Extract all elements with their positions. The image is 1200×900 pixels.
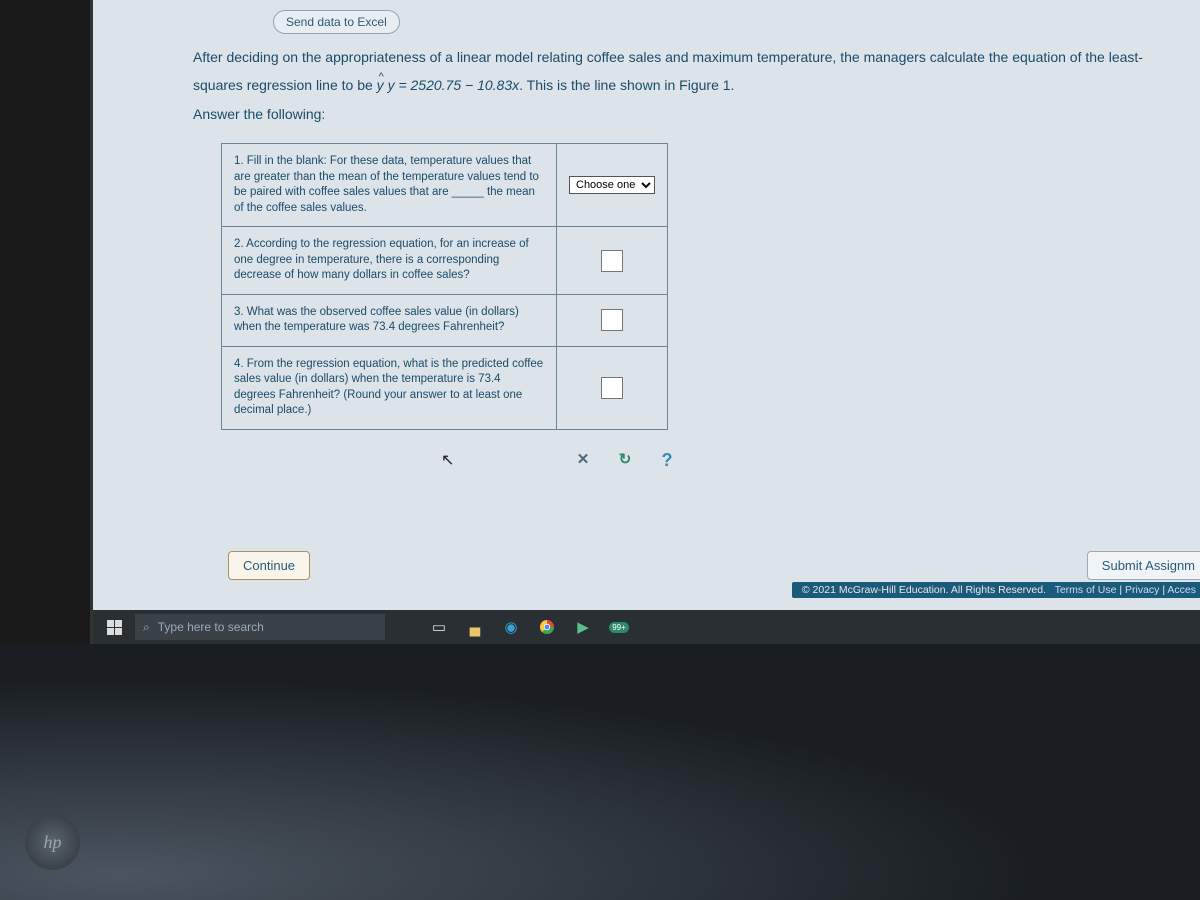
mail-button[interactable]: 99+ (601, 610, 637, 644)
question-3-text: 3. What was the observed coffee sales va… (222, 294, 557, 346)
submit-assignment-button[interactable]: Submit Assignm (1087, 551, 1200, 580)
privacy-link[interactable]: Privacy (1125, 584, 1159, 596)
instruction-line-3: Answer the following: (193, 103, 1200, 125)
table-row: 4. From the regression equation, what is… (222, 346, 668, 429)
search-placeholder: Type here to search (158, 620, 264, 634)
instruction-suffix: . This is the line shown in Figure 1. (519, 77, 734, 93)
instruction-prefix: squares regression line to be (193, 77, 377, 93)
question-2-input[interactable] (601, 250, 623, 272)
mail-badge: 99+ (609, 622, 629, 633)
cortana-button[interactable] (385, 610, 421, 644)
footer-bar: © 2021 McGraw-Hill Education. All Rights… (792, 582, 1200, 598)
hp-logo: hp (25, 815, 80, 870)
question-1-text: 1. Fill in the blank: For these data, te… (222, 144, 557, 227)
windows-icon (107, 620, 122, 635)
question-1-select[interactable]: Choose one (569, 176, 655, 194)
desk-surface: hp (0, 644, 1200, 900)
clear-icon[interactable]: ✕ (574, 450, 592, 468)
reset-icon[interactable]: ↻ (616, 450, 634, 468)
taskbar-search[interactable]: ⌕ Type here to search (135, 614, 385, 640)
start-button[interactable] (93, 610, 135, 644)
windows-taskbar: ⌕ Type here to search ▭ ▄ ◉ ▶ 99+ (90, 610, 1200, 644)
copyright-text: © 2021 McGraw-Hill Education. All Rights… (802, 584, 1046, 596)
file-explorer-button[interactable]: ▄ (457, 610, 493, 644)
terms-link[interactable]: Terms of Use (1055, 584, 1117, 596)
regression-equation: y = 2520.75 − 10.83x (388, 77, 520, 93)
send-to-excel-button[interactable]: Send data to Excel (273, 10, 400, 34)
instruction-line-1: After deciding on the appropriateness of… (193, 46, 1200, 68)
question-3-input[interactable] (601, 309, 623, 331)
task-view-button[interactable]: ▭ (421, 610, 457, 644)
video-app-button[interactable]: ▶ (565, 610, 601, 644)
chrome-button[interactable] (529, 610, 565, 644)
instruction-line-2: squares regression line to be y y = 2520… (193, 74, 1200, 96)
question-2-text: 2. According to the regression equation,… (222, 227, 557, 295)
table-row: 2. According to the regression equation,… (222, 227, 668, 295)
question-4-text: 4. From the regression equation, what is… (222, 346, 557, 429)
edge-button[interactable]: ◉ (493, 610, 529, 644)
question-4-input[interactable] (601, 377, 623, 399)
table-row: 1. Fill in the blank: For these data, te… (222, 144, 668, 227)
accessibility-link[interactable]: Acces (1167, 584, 1196, 596)
table-row: 3. What was the observed coffee sales va… (222, 294, 668, 346)
cursor-icon: ↖ (441, 450, 454, 470)
search-icon: ⌕ (143, 620, 150, 635)
help-icon[interactable]: ? (658, 450, 676, 468)
chrome-icon (539, 619, 555, 635)
answer-toolbar: ✕ ↻ ? (221, 444, 694, 474)
continue-button[interactable]: Continue (228, 551, 310, 580)
questions-table: 1. Fill in the blank: For these data, te… (221, 143, 668, 430)
